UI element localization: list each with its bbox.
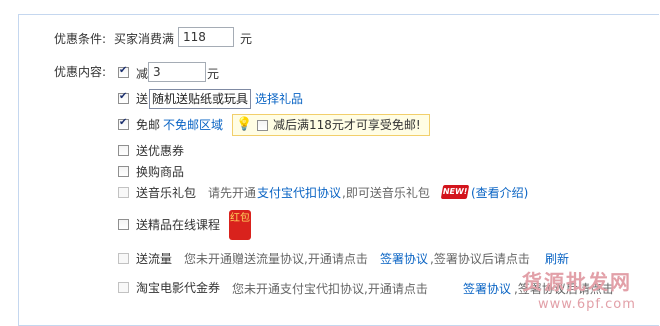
- watermark-title: 货源批发网: [522, 270, 632, 294]
- course-label: 送精品在线课程: [136, 218, 221, 232]
- traffic-label: 送流量: [136, 252, 173, 266]
- page: { "condition": { "label": "优惠条件:", "pref…: [0, 0, 660, 326]
- traffic-desc-mid: ,签署协议后请点击: [430, 252, 530, 266]
- exchange-label: 换购商品: [136, 165, 185, 179]
- music-gift-desc-post: ,即可送音乐礼包: [342, 186, 430, 200]
- view-intro-link[interactable]: (查看介绍): [471, 185, 528, 201]
- alipay-agreement-link[interactable]: 支付宝代扣协议: [257, 185, 341, 201]
- music-gift-desc-pre: 请先开通: [208, 186, 257, 200]
- gift-tooltip: 随机送贴纸或玩具: [149, 89, 252, 109]
- notice-checkbox[interactable]: [257, 120, 268, 131]
- coupon-label: 送优惠券: [136, 144, 185, 158]
- min-spend-input[interactable]: [178, 27, 234, 47]
- free-shipping-notice: 💡 减后满118元才可享受免邮!: [232, 114, 430, 136]
- notice-text: 减后满118元才可享受免邮!: [273, 118, 421, 132]
- reduce-label: 减: [136, 67, 149, 81]
- gift-checkbox[interactable]: [118, 91, 129, 104]
- condition-label: 优惠条件:: [54, 32, 107, 46]
- red-envelope-icon: 红包: [229, 210, 251, 240]
- exclude-region-link[interactable]: 不免邮区域: [163, 117, 223, 133]
- movie-label: 淘宝电影代金券: [136, 281, 221, 295]
- gift-label: 送: [136, 92, 149, 106]
- content-label: 优惠内容:: [54, 65, 107, 79]
- condition-unit: 元: [240, 32, 253, 46]
- watermark-url: www.6pf.com: [538, 297, 636, 312]
- traffic-sign-link[interactable]: 签署协议: [380, 251, 428, 267]
- coupon-checkbox[interactable]: [118, 145, 129, 156]
- condition-prefix: 买家消费满: [114, 32, 175, 46]
- traffic-desc-pre: 您未开通赠送流量协议,开通请点击: [184, 252, 368, 266]
- traffic-checkbox[interactable]: [118, 253, 129, 264]
- free-shipping-label: 免邮: [136, 118, 161, 132]
- free-shipping-checkbox[interactable]: [118, 117, 129, 130]
- music-gift-checkbox[interactable]: [118, 187, 129, 198]
- movie-desc-pre: 您未开通支付宝代扣协议,开通请点击: [232, 282, 428, 296]
- music-gift-label: 送音乐礼包: [136, 186, 197, 200]
- select-gift-link[interactable]: 选择礼品: [255, 91, 303, 107]
- new-badge: NEW!: [440, 185, 470, 199]
- reduce-unit: 元: [207, 67, 220, 81]
- reduce-checkbox[interactable]: [118, 65, 129, 78]
- reduce-amount-input[interactable]: [148, 62, 206, 82]
- movie-checkbox[interactable]: [118, 282, 129, 293]
- lightbulb-icon: 💡: [236, 117, 253, 132]
- movie-sign-link[interactable]: 签署协议: [463, 281, 511, 297]
- traffic-refresh-link[interactable]: 刷新: [545, 251, 569, 267]
- exchange-checkbox[interactable]: [118, 166, 129, 177]
- course-checkbox[interactable]: [118, 219, 129, 230]
